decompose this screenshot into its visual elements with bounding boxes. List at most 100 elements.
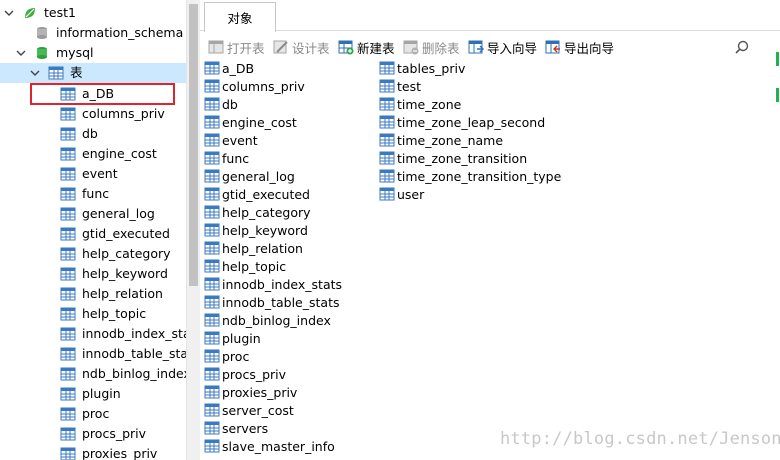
object-table-item[interactable]: innodb_index_stats	[204, 275, 342, 293]
object-table-item[interactable]: event	[204, 131, 258, 149]
table-icon	[204, 312, 220, 328]
tables-folder-icon	[48, 66, 64, 80]
object-table-item[interactable]: columns_priv	[204, 77, 305, 95]
tree-table-item[interactable]: gtid_executed	[60, 224, 170, 244]
new-table-button[interactable]: 新建表	[338, 36, 395, 58]
tree-table-item[interactable]: proxies_priv	[60, 444, 157, 460]
new-table-icon	[338, 40, 354, 55]
tree-table-item[interactable]: engine_cost	[60, 144, 157, 164]
tree-db-information-schema[interactable]: information_schema	[34, 23, 183, 43]
table-label: help_relation	[222, 240, 303, 256]
chevron-down-icon[interactable]	[16, 48, 26, 58]
table-label: event	[222, 132, 258, 148]
table-label: db	[222, 96, 238, 112]
table-label: ndb_binlog_index	[222, 312, 331, 328]
chevron-down-icon[interactable]	[4, 8, 14, 18]
object-table-item[interactable]: engine_cost	[204, 113, 297, 131]
object-table-item[interactable]: innodb_table_stats	[204, 293, 339, 311]
object-table-item[interactable]: a_DB	[204, 59, 254, 77]
object-table-item[interactable]: time_zone_transition_type	[379, 167, 561, 185]
object-table-item[interactable]: gtid_executed	[204, 185, 310, 203]
table-label: db	[82, 126, 98, 141]
object-table-item[interactable]: help_category	[204, 203, 311, 221]
tree-table-item[interactable]: columns_priv	[60, 104, 165, 124]
object-table-item[interactable]: help_keyword	[204, 221, 308, 239]
table-label: gtid_executed	[222, 186, 310, 202]
table-icon	[204, 330, 220, 346]
tree-table-item[interactable]: help_topic	[60, 304, 146, 324]
search-icon[interactable]	[734, 39, 750, 55]
object-toolbar: 打开表 设计表 新建表 删除表 导入向导 导出向导	[200, 36, 780, 58]
table-icon	[379, 150, 395, 166]
tree-table-item[interactable]: help_category	[60, 244, 171, 264]
table-icon	[60, 166, 76, 182]
object-table-item[interactable]: time_zone_name	[379, 131, 503, 149]
object-table-item[interactable]: proc	[204, 347, 249, 365]
object-table-item[interactable]: time_zone	[379, 95, 461, 113]
delete-table-button[interactable]: 删除表	[403, 36, 460, 58]
design-table-icon	[273, 40, 288, 54]
tree-table-item[interactable]: help_relation	[60, 284, 163, 304]
table-icon	[60, 246, 76, 262]
table-icon	[60, 106, 76, 122]
chevron-down-icon[interactable]	[30, 68, 40, 78]
table-label: func	[222, 150, 250, 166]
import-wizard-button[interactable]: 导入向导	[468, 36, 537, 58]
table-label: procs_priv	[222, 366, 287, 382]
table-icon	[204, 276, 220, 292]
tree-db-mysql[interactable]: mysql	[16, 43, 94, 63]
tree-connection-test1[interactable]: test1	[4, 3, 76, 23]
object-table-item[interactable]: proxies_priv	[204, 383, 297, 401]
table-icon	[204, 438, 220, 454]
object-table-item[interactable]: tables_priv	[379, 59, 465, 77]
object-table-item[interactable]: time_zone_leap_second	[379, 113, 545, 131]
table-label: proxies_priv	[82, 446, 158, 460]
object-table-item[interactable]: func	[204, 149, 249, 167]
tree-table-item[interactable]: help_keyword	[60, 264, 168, 284]
open-table-button[interactable]: 打开表	[208, 36, 265, 58]
object-table-item[interactable]: db	[204, 95, 238, 113]
tree-table-item[interactable]: func	[60, 184, 109, 204]
table-icon	[204, 294, 220, 310]
table-icon	[60, 286, 76, 302]
tab-objects[interactable]: 对象	[204, 2, 276, 32]
object-panel: 对象 打开表 设计表 新建表 删除表 导入向导 导出向导 a_DB column…	[200, 0, 780, 460]
object-table-item[interactable]: server_cost	[204, 401, 294, 419]
tree-tables-folder[interactable]: 表	[0, 63, 186, 83]
table-icon	[204, 60, 220, 76]
table-label: a_DB	[222, 60, 255, 76]
object-table-item[interactable]: plugin	[204, 329, 261, 347]
tree-table-item[interactable]: innodb_index_stat	[60, 324, 186, 344]
tree-table-item[interactable]: procs_priv	[60, 424, 146, 444]
table-icon	[379, 96, 395, 112]
table-icon	[60, 346, 76, 362]
scrollbar-thumb[interactable]	[189, 4, 198, 286]
tree-table-item[interactable]: ndb_binlog_index	[60, 364, 186, 384]
object-table-item[interactable]: test	[379, 77, 421, 95]
tree-table-item[interactable]: event	[60, 164, 118, 184]
table-icon	[204, 96, 220, 112]
object-table-item[interactable]: help_relation	[204, 239, 303, 257]
object-table-item[interactable]: ndb_binlog_index	[204, 311, 331, 329]
object-table-item[interactable]: slave_master_info	[204, 437, 335, 455]
object-table-item[interactable]: help_topic	[204, 257, 286, 275]
table-icon	[379, 60, 395, 76]
table-label: innodb_index_stat	[82, 326, 186, 341]
table-label: time_zone_transition	[397, 150, 528, 166]
tree-table-item[interactable]: general_log	[60, 204, 155, 224]
tree-table-item[interactable]: proc	[60, 404, 109, 424]
object-table-item[interactable]: servers	[204, 419, 268, 437]
tree-table-item[interactable]: plugin	[60, 384, 121, 404]
tree-table-item[interactable]: db	[60, 124, 98, 144]
connection-label: test1	[44, 5, 76, 20]
object-table-item[interactable]: time_zone_transition	[379, 149, 527, 167]
object-table-item[interactable]: procs_priv	[204, 365, 286, 383]
export-wizard-button[interactable]: 导出向导	[545, 36, 614, 58]
tree-table-item[interactable]: innodb_table_stat	[60, 344, 186, 364]
database-icon	[37, 47, 47, 59]
tree-scrollbar[interactable]	[186, 0, 200, 460]
object-table-item[interactable]: user	[379, 185, 424, 203]
object-table-item[interactable]: general_log	[204, 167, 295, 185]
table-label: proxies_priv	[222, 384, 298, 400]
design-table-button[interactable]: 设计表	[273, 36, 330, 58]
